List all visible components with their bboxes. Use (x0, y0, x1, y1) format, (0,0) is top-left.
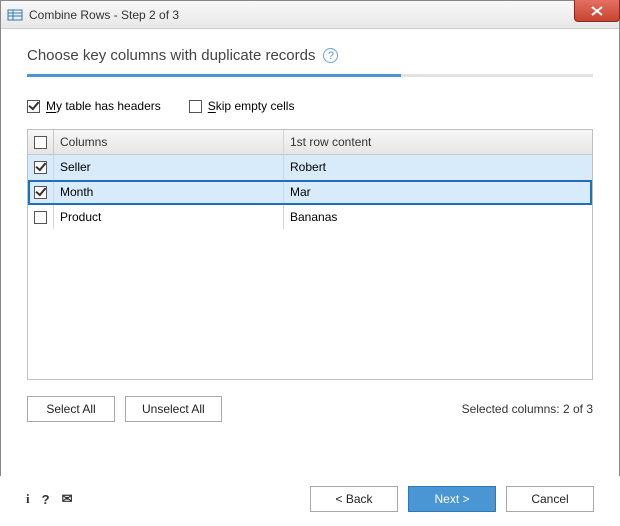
row-first-content: Robert (284, 155, 592, 179)
cancel-button[interactable]: Cancel (506, 486, 594, 512)
window-title: Combine Rows - Step 2 of 3 (29, 8, 179, 22)
row-column-name: Month (54, 180, 284, 204)
next-button[interactable]: Next > (408, 486, 496, 512)
titlebar: Combine Rows - Step 2 of 3 (1, 1, 619, 29)
row-first-content: Bananas (284, 205, 592, 229)
row-first-content: Mar (284, 180, 592, 204)
col-header-columns[interactable]: Columns (54, 130, 284, 154)
table-header-row: Columns 1st row content (28, 130, 592, 155)
table-row[interactable]: ProductBananas (28, 205, 592, 229)
close-button[interactable] (574, 0, 620, 22)
help-icon[interactable]: ? (323, 48, 338, 63)
table-row[interactable]: MonthMar (28, 180, 592, 205)
info-icon[interactable]: i (26, 491, 30, 507)
help-icon-footer[interactable]: ? (42, 492, 50, 507)
checkbox-skip-empty[interactable]: Skip empty cells (189, 99, 295, 113)
unselect-all-button[interactable]: Unselect All (125, 396, 222, 422)
mail-icon[interactable]: ✉ (62, 491, 73, 507)
columns-table: Columns 1st row content SellerRobertMont… (27, 129, 593, 380)
row-checkbox[interactable] (34, 211, 47, 224)
table-row[interactable]: SellerRobert (28, 155, 592, 180)
row-checkbox[interactable] (34, 161, 47, 174)
checkbox-icon (27, 100, 40, 113)
app-icon (7, 7, 23, 23)
row-column-name: Seller (54, 155, 284, 179)
col-header-firstrow[interactable]: 1st row content (284, 130, 592, 154)
step-progress (27, 74, 593, 77)
row-column-name: Product (54, 205, 284, 229)
select-all-button[interactable]: Select All (27, 396, 115, 422)
checkbox-has-headers[interactable]: My table has headers (27, 99, 161, 113)
row-checkbox[interactable] (34, 186, 47, 199)
selection-status: Selected columns: 2 of 3 (462, 402, 593, 416)
table-empty-area (28, 229, 592, 379)
checkbox-icon (189, 100, 202, 113)
page-title: Choose key columns with duplicate record… (27, 47, 315, 64)
back-button[interactable]: < Back (310, 486, 398, 512)
footer: i ? ✉ < Back Next > Cancel (0, 476, 620, 526)
header-checkbox[interactable] (34, 136, 47, 149)
